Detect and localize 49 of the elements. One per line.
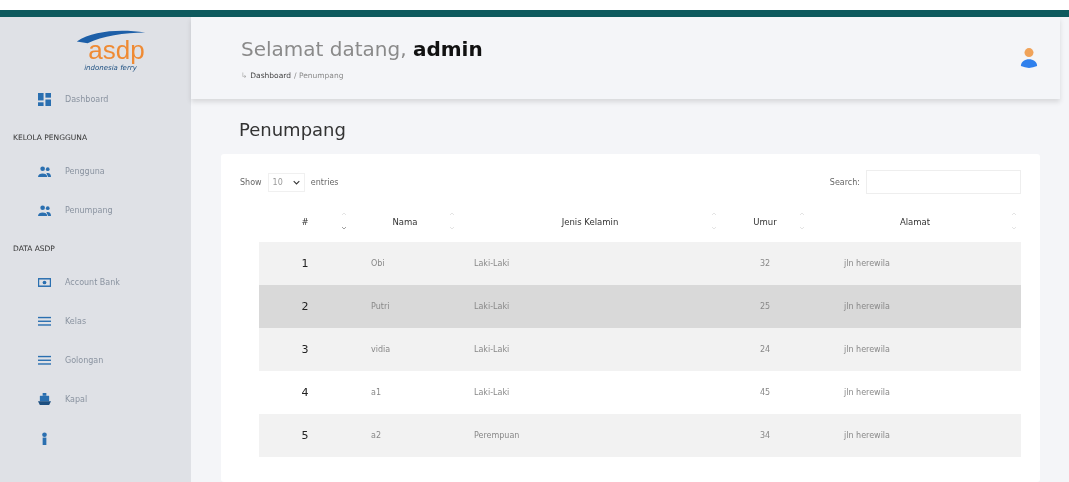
money-icon	[38, 276, 51, 289]
table-cell: jln herewila	[809, 242, 1021, 285]
column-header[interactable]: #	[259, 202, 351, 242]
table-cell: 3	[259, 328, 351, 371]
logo-text: asdp	[88, 37, 145, 63]
table-cell: vidia	[351, 328, 459, 371]
table-cell: Laki-Laki	[459, 242, 721, 285]
table-cell: Putri	[351, 285, 459, 328]
table-cell: 4	[259, 371, 351, 414]
table-row[interactable]: 3 vidia Laki-Laki 24 jln herewila	[259, 328, 1021, 371]
user-avatar-icon[interactable]	[1020, 47, 1038, 69]
users-icon	[38, 204, 51, 217]
table-row[interactable]: 4 a1 Laki-Laki 45 jln herewila	[259, 371, 1021, 414]
search-label: Search:	[829, 177, 860, 187]
list-icon	[38, 315, 51, 328]
table-cell: 24	[721, 328, 809, 371]
table-cell: 25	[721, 285, 809, 328]
table-cell: 34	[721, 414, 809, 457]
table-cell: a1	[351, 371, 459, 414]
table-cell: jln herewila	[809, 285, 1021, 328]
table-cell: 5	[259, 414, 351, 457]
table-cell: jln herewila	[809, 414, 1021, 457]
table-cell: a2	[351, 414, 459, 457]
list-icon	[38, 354, 51, 367]
table-cell: Laki-Laki	[459, 371, 721, 414]
table-row[interactable]: 1 Obi Laki-Laki 32 jln herewila	[259, 242, 1021, 285]
table-cell: 45	[721, 371, 809, 414]
chevron-down-icon	[292, 179, 300, 185]
show-label: Show	[240, 177, 262, 187]
table-cell: Laki-Laki	[459, 328, 721, 371]
table-row[interactable]: 2 Putri Laki-Laki 25 jln herewila	[259, 285, 1021, 328]
column-header[interactable]: Nama	[351, 202, 459, 242]
ship-icon	[38, 393, 51, 406]
users-icon	[38, 165, 51, 178]
table-cell: 1	[259, 242, 351, 285]
table-cell: Laki-Laki	[459, 285, 721, 328]
table-cell: Perempuan	[459, 414, 721, 457]
table-cell: 2	[259, 285, 351, 328]
dashboard-icon	[38, 93, 51, 106]
column-header[interactable]: Jenis Kelamin	[459, 202, 721, 242]
table-cell: jln herewila	[809, 328, 1021, 371]
column-header[interactable]: Alamat	[809, 202, 1021, 242]
entries-label: entries	[310, 177, 339, 187]
table-cell: Obi	[351, 242, 459, 285]
column-header[interactable]: Umur	[721, 202, 809, 242]
table-cell: jln herewila	[809, 371, 1021, 414]
page-title: Penumpang	[239, 119, 347, 140]
welcome-title: Selamat datang, admin	[241, 36, 483, 61]
table-cell: 32	[721, 242, 809, 285]
